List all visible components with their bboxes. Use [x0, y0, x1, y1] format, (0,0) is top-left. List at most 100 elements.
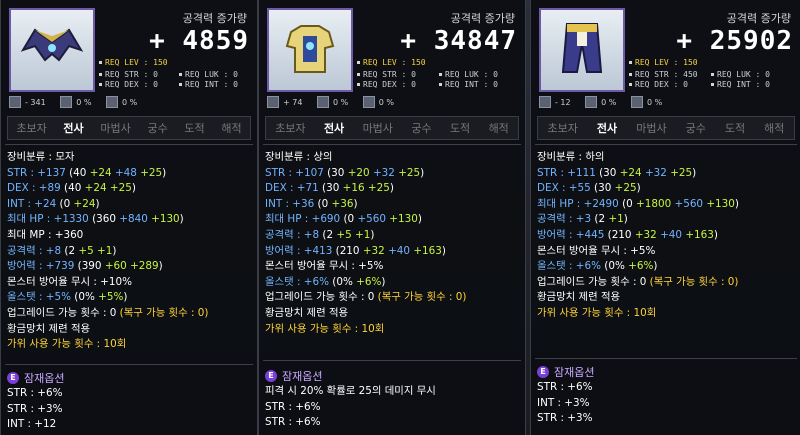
attack-increase-value: + 25902	[676, 26, 793, 56]
equip-category: 장비분류 : 모자	[7, 151, 75, 163]
potential-line: INT : +12	[7, 418, 57, 431]
shield-icon	[106, 96, 119, 108]
req-luk: REQ LUK : 0	[179, 70, 238, 79]
req-str: REQ STR : 0	[99, 70, 158, 79]
golden-hammer: 황금망치 제련 적용	[7, 322, 91, 335]
class-warrior: 전사	[63, 122, 84, 135]
stat-line: 올스탯 : +5% (0% +5%)	[7, 291, 128, 304]
item-icon-frame	[9, 8, 95, 92]
equip-category: 장비분류 : 하의	[537, 151, 605, 163]
job-class-row: 초보자 전사 마법사 궁수 도적 해적	[7, 116, 251, 140]
potential-header: E 잠재옵션	[265, 368, 322, 384]
class-thief: 도적	[449, 122, 471, 135]
divider	[263, 360, 521, 361]
job-class-row: 초보자 전사 마법사 궁수 도적 해적	[265, 116, 519, 140]
stat-line: 올스탯 : +6% (0% +6%)	[537, 260, 658, 273]
class-archer: 궁수	[411, 122, 432, 135]
wrench-icon	[9, 96, 21, 108]
class-magician: 마법사	[636, 122, 667, 135]
epic-grade-icon: E	[265, 370, 277, 382]
drop-icon	[316, 96, 329, 108]
stat-line: INT : +24 (0 +24)	[7, 197, 100, 210]
shield-icon	[630, 96, 643, 108]
stat-list: 장비분류 : 모자 STR : +137 (40 +24 +48 +25) DE…	[7, 150, 251, 353]
stat-line: 몬스터 방어율 무시 : +5%	[265, 260, 384, 273]
epic-grade-icon: E	[7, 372, 19, 384]
divider	[535, 144, 797, 145]
class-magician: 마법사	[100, 122, 131, 135]
potential-line: STR : +6%	[7, 387, 63, 399]
stat-line: DEX : +55 (30 +25)	[537, 182, 641, 195]
req-str: REQ STR : 450	[629, 70, 698, 79]
divider	[263, 144, 521, 145]
class-beginner: 초보자	[16, 122, 47, 135]
req-level: REQ LEV : 150	[99, 58, 168, 67]
armor-bottom-icon	[561, 23, 603, 73]
potential-list: STR : +6% INT : +3% STR : +3%	[537, 380, 795, 427]
req-dex: REQ DEX : 0	[99, 80, 158, 89]
stat-line: DEX : +71 (30 +16 +25)	[265, 182, 394, 195]
class-beginner: 초보자	[547, 122, 578, 135]
potential-line: 피격 시 20% 확률로 25의 데미지 무시	[265, 385, 436, 397]
stat-line: 최대 HP : +2490 (0 +1800 +560 +130)	[537, 197, 739, 210]
req-luk: REQ LUK : 0	[439, 70, 498, 79]
req-level: REQ LEV : 150	[629, 58, 698, 67]
scissors-count: 가위 사용 가능 횟수 : 10회	[265, 322, 385, 335]
class-thief: 도적	[184, 122, 205, 135]
req-int: REQ INT : 0	[711, 80, 770, 89]
golden-hammer: 황금망치 제련 적용	[265, 306, 349, 319]
req-dex: REQ DEX : 0	[629, 80, 688, 89]
potential-line: STR : +3%	[7, 402, 63, 415]
stat-line: 방어력 : +739 (390 +60 +289)	[7, 260, 163, 273]
class-pirate: 해적	[221, 122, 242, 135]
item-tooltip-hat: 공격력 증가량 + 4859 REQ LEV : 150 REQ STR : 0…	[0, 0, 258, 435]
item-tooltip-bottom: 공격력 증가량 + 25902 REQ LEV : 150 REQ STR : …	[530, 0, 800, 435]
wrench-icon	[539, 96, 551, 108]
shield-icon	[362, 96, 375, 108]
class-pirate: 해적	[764, 122, 785, 135]
compare-stats-row: - 12 0 % 0 %	[539, 96, 793, 110]
req-dex: REQ DEX : 0	[357, 80, 416, 89]
potential-line: INT : +3%	[537, 396, 590, 409]
potential-line: STR : +6%	[265, 416, 321, 429]
wrench-icon	[267, 96, 279, 108]
epic-grade-icon: E	[537, 366, 549, 378]
potential-line: STR : +3%	[537, 412, 593, 425]
equip-category: 장비분류 : 상의	[265, 151, 333, 163]
stat-line: 방어력 : +445 (210 +32 +40 +163)	[537, 228, 718, 241]
compare-stats-row: + 74 0 % 0 %	[267, 96, 517, 110]
stat-line: 방어력 : +413 (210 +32 +40 +163)	[265, 244, 446, 257]
item-icon-frame	[539, 8, 625, 92]
potential-line: STR : +6%	[537, 381, 593, 393]
drop-icon	[60, 96, 73, 108]
attack-increase-value: + 34847	[400, 26, 517, 56]
upgrade-count: 업그레이드 가능 횟수 : 0 (복구 가능 횟수 : 0)	[265, 291, 467, 304]
stat-line: 최대 HP : +690 (0 +560 +130)	[265, 213, 422, 226]
req-luk: REQ LUK : 0	[711, 70, 770, 79]
class-pirate: 해적	[488, 122, 509, 135]
class-thief: 도적	[724, 122, 746, 135]
divider	[535, 358, 797, 359]
stat-line: 최대 HP : +1330 (360 +840 +130)	[7, 213, 184, 226]
stat-line: 몬스터 방어율 무시 : +10%	[7, 275, 132, 288]
armor-top-icon	[285, 25, 335, 73]
attack-increase-label: 공격력 증가량	[450, 12, 515, 25]
class-magician: 마법사	[362, 122, 393, 135]
job-class-row: 초보자 전사 마법사 궁수 도적 해적	[537, 116, 795, 140]
upgrade-count: 업그레이드 가능 횟수 : 0 (복구 가능 횟수 : 0)	[537, 275, 739, 288]
class-warrior: 전사	[596, 122, 618, 135]
req-int: REQ INT : 0	[179, 80, 238, 89]
potential-header: E 잠재옵션	[537, 364, 594, 380]
drop-icon	[585, 96, 598, 108]
stat-list: 장비분류 : 상의 STR : +107 (30 +20 +32 +25) DE…	[265, 150, 519, 337]
stat-line: DEX : +89 (40 +24 +25)	[7, 182, 136, 195]
stat-line: STR : +107 (30 +20 +32 +25)	[265, 166, 425, 179]
stat-line: 공격력 : +8 (2 +5 +1)	[265, 228, 375, 241]
stat-line: 공격력 : +3 (2 +1)	[537, 213, 628, 226]
req-level: REQ LEV : 150	[357, 58, 426, 67]
compare-stats-row: - 341 0 % 0 %	[9, 96, 249, 110]
class-beginner: 초보자	[275, 122, 306, 135]
scissors-count: 가위 사용 가능 횟수 : 10회	[537, 306, 657, 319]
golden-hammer: 황금망치 제련 적용	[537, 291, 621, 304]
stat-line: 올스탯 : +6% (0% +6%)	[265, 275, 386, 288]
